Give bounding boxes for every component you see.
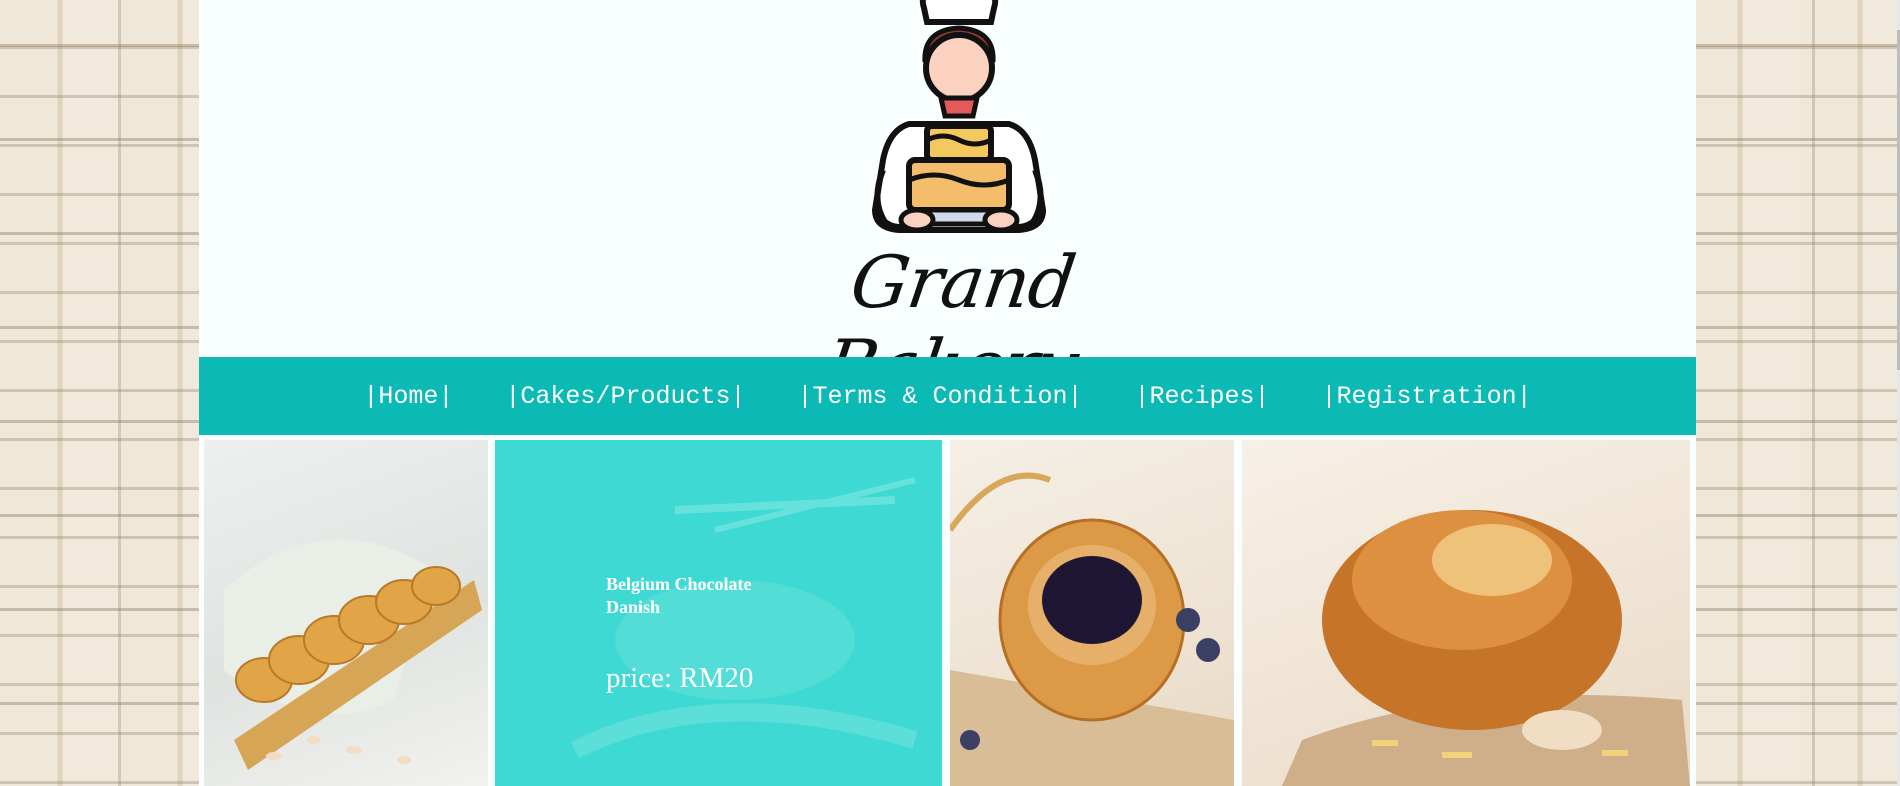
product-price: price: RM20 — [606, 662, 754, 694]
main-navigation: |Home| |Cakes/Products| |Terms & Conditi… — [199, 357, 1696, 435]
product-gallery: Belgium Chocolate Danish price: RM20 — [199, 440, 1696, 786]
nav-registration-link[interactable]: |Registration| — [1322, 382, 1532, 411]
nav-recipes-link[interactable]: |Recipes| — [1135, 382, 1270, 411]
site-header: Grand Bakery — [199, 0, 1696, 408]
nav-home-link[interactable]: |Home| — [363, 382, 453, 411]
nav-terms-link[interactable]: |Terms & Condition| — [797, 382, 1082, 411]
product-tile-cheese-bun[interactable] — [1242, 440, 1690, 786]
product-tile-belgium-chocolate-danish[interactable]: Belgium Chocolate Danish price: RM20 — [495, 440, 942, 786]
cheese-bun-image — [1282, 510, 1690, 786]
page-container: Grand Bakery |Home| |Cakes/Products| |Te… — [199, 0, 1696, 786]
product-tile-blueberry-danish[interactable] — [950, 440, 1234, 786]
product-tile-braided-bread[interactable] — [204, 440, 488, 786]
product-name: Belgium Chocolate Danish — [606, 574, 752, 617]
braided-bread-image — [224, 539, 482, 770]
blueberry-danish-image — [950, 472, 1234, 786]
nav-cakes-products-link[interactable]: |Cakes/Products| — [505, 382, 745, 411]
